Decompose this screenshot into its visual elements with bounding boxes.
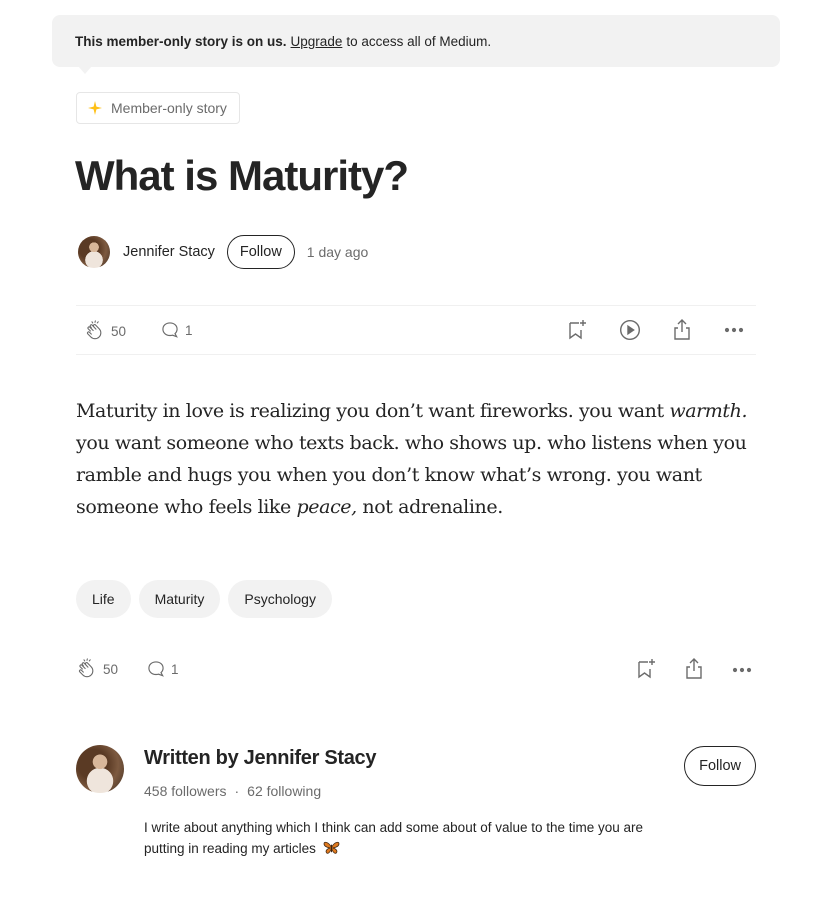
tag-psychology[interactable]: Psychology xyxy=(228,580,332,618)
more-options-icon[interactable] xyxy=(731,666,753,674)
banner-pointer xyxy=(78,66,92,74)
body-emphasis-warmth: warmth. xyxy=(669,400,748,422)
article-body-paragraph: Maturity in love is realizing you don’t … xyxy=(76,395,756,523)
responses-button-bottom[interactable]: 1 xyxy=(146,659,179,679)
author-bio-text: I write about anything which I think can… xyxy=(144,820,644,856)
upgrade-link[interactable]: Upgrade xyxy=(291,34,343,49)
clap-button-bottom[interactable]: 50 xyxy=(76,658,118,680)
article-action-bar: 50 1 xyxy=(76,305,756,355)
tag-list: Life Maturity Psychology xyxy=(76,580,332,618)
tag-life[interactable]: Life xyxy=(76,580,131,618)
article-title: What is Maturity? xyxy=(75,152,409,199)
author-card: Written by Jennifer Stacy 458 followers … xyxy=(76,745,756,865)
author-card-avatar[interactable] xyxy=(76,745,124,793)
clap-count: 50 xyxy=(111,323,127,339)
response-count-bottom: 1 xyxy=(171,661,179,677)
more-options-icon[interactable] xyxy=(723,326,745,334)
author-follow-button[interactable]: Follow xyxy=(684,746,756,786)
follow-button[interactable]: Follow xyxy=(226,235,295,269)
author-bio: I write about anything which I think can… xyxy=(144,817,644,859)
member-only-label: Member-only story xyxy=(111,100,227,116)
bottom-action-bar: 50 1 xyxy=(76,655,756,685)
bookmark-add-icon[interactable] xyxy=(567,318,589,342)
author-stats: 458 followers · 62 following xyxy=(144,783,321,799)
clap-icon xyxy=(86,320,102,340)
butterfly-icon xyxy=(323,841,339,854)
author-avatar[interactable] xyxy=(78,236,110,268)
sparkle-icon xyxy=(88,101,102,115)
share-icon[interactable] xyxy=(671,318,693,342)
listen-play-icon[interactable] xyxy=(619,319,641,341)
share-icon[interactable] xyxy=(683,657,705,681)
body-emphasis-peace: peace, xyxy=(296,496,358,518)
published-time: 1 day ago xyxy=(306,244,369,260)
body-text-segment: not adrenaline. xyxy=(356,496,503,518)
response-count: 1 xyxy=(185,322,193,338)
responses-button[interactable]: 1 xyxy=(160,320,193,340)
clap-button[interactable]: 50 xyxy=(84,320,126,342)
bookmark-add-icon[interactable] xyxy=(636,657,658,681)
written-by-heading[interactable]: Written by Jennifer Stacy xyxy=(144,747,377,770)
byline: Jennifer Stacy Follow 1 day ago xyxy=(78,234,368,270)
following-link[interactable]: 62 following xyxy=(247,783,321,799)
comment-icon xyxy=(148,661,164,677)
clap-icon xyxy=(78,658,94,678)
member-banner: This member-only story is on us. Upgrade… xyxy=(52,15,780,67)
clap-count-bottom: 50 xyxy=(103,661,119,677)
author-name-link[interactable]: Jennifer Stacy xyxy=(123,244,215,260)
banner-rest-text: to access all of Medium. xyxy=(346,33,492,49)
banner-strong-text: This member-only story is on us. xyxy=(75,33,287,49)
comment-icon xyxy=(162,322,178,338)
followers-link[interactable]: 458 followers xyxy=(144,783,227,799)
body-text-segment: Maturity in love is realizing you don’t … xyxy=(76,400,670,422)
stats-separator: · xyxy=(234,783,240,799)
tag-maturity[interactable]: Maturity xyxy=(138,580,221,618)
member-only-badge: Member-only story xyxy=(76,92,240,124)
